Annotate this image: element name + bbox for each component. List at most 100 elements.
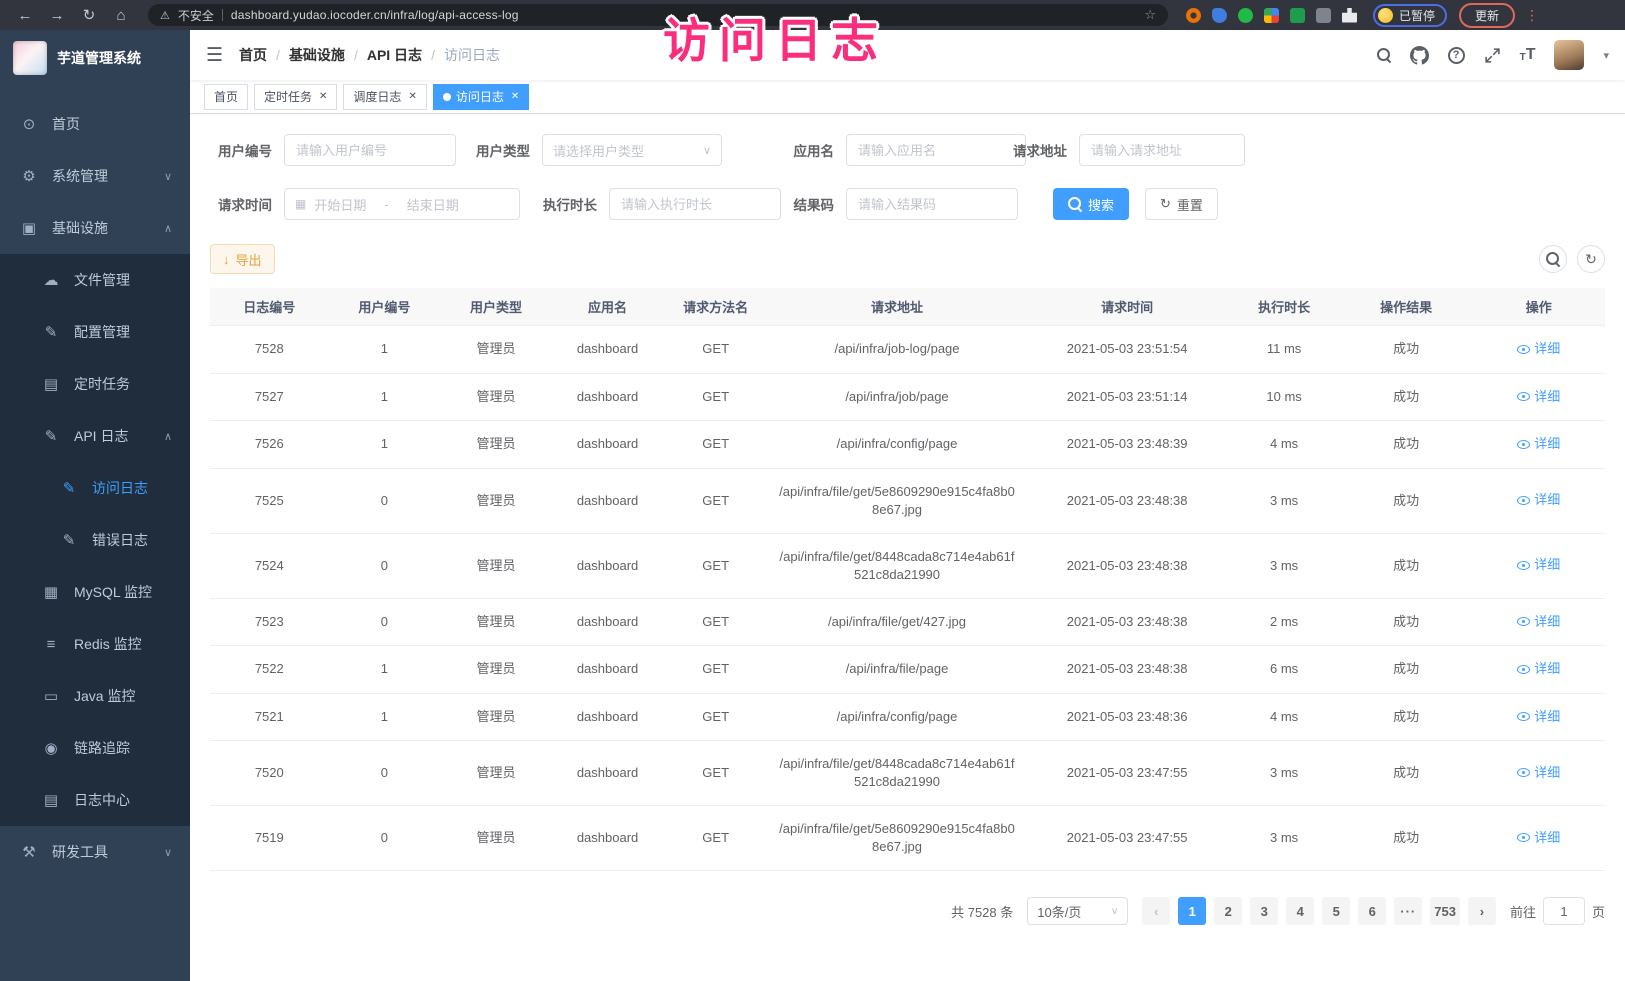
date-range-picker[interactable]: ▦ 开始日期 - 结束日期 — [284, 188, 520, 220]
search-button-icon — [1068, 197, 1082, 211]
sidebar-item-file[interactable]: ☁ 文件管理 — [0, 254, 190, 306]
detail-link[interactable]: 详细 — [1517, 613, 1560, 631]
breadcrumb-item[interactable]: 访问日志 — [444, 45, 500, 65]
cell-log-id: 7524 — [210, 533, 329, 598]
breadcrumb-item[interactable]: 首页 / — [239, 45, 280, 65]
page-button[interactable]: 2 — [1214, 897, 1242, 925]
avatar[interactable] — [1554, 40, 1584, 70]
tab[interactable]: 定时任务 ✕ — [254, 84, 337, 110]
hamburger-icon[interactable]: ☰ — [206, 44, 223, 67]
sidebar-item-system[interactable]: ⚙ 系统管理 ∨ — [0, 150, 190, 202]
tags-view: 首页 ✕ 定时任务 ✕ 调度日志 ✕ 访问日志 ✕ — [190, 80, 1625, 114]
duration-input[interactable] — [609, 188, 781, 220]
search-icon[interactable] — [1377, 48, 1391, 62]
goto-page-input[interactable] — [1543, 897, 1585, 925]
eye-icon — [1517, 392, 1530, 401]
page-button[interactable]: 4 — [1286, 897, 1314, 925]
tab[interactable]: 调度日志 ✕ — [343, 84, 426, 110]
sidebar-item-config[interactable]: ✎ 配置管理 — [0, 306, 190, 358]
page-size-select[interactable]: 10条/页 ∨ — [1027, 897, 1128, 925]
cell-app-name: dashboard — [552, 806, 664, 871]
sidebar-item-home[interactable]: ⊙ 首页 — [0, 98, 190, 150]
sidebar-item-dev-tools[interactable]: ⚒ 研发工具 ∨ — [0, 826, 190, 878]
fullscreen-icon[interactable] — [1484, 47, 1501, 64]
table-row: 7528 1 管理员 dashboard GET /api/infra/job-… — [210, 326, 1605, 374]
detail-link[interactable]: 详细 — [1517, 660, 1560, 678]
page-button[interactable]: 3 — [1250, 897, 1278, 925]
detail-link[interactable]: 详细 — [1517, 388, 1560, 406]
breadcrumb-label: API 日志 — [367, 45, 422, 65]
detail-link[interactable]: 详细 — [1517, 491, 1560, 509]
help-icon[interactable]: ? — [1448, 47, 1465, 64]
font-size-icon[interactable]: TT — [1520, 47, 1536, 63]
sidebar-item-java[interactable]: ▭ Java 监控 — [0, 670, 190, 722]
cell-method: GET — [663, 326, 768, 374]
tab-close-icon[interactable]: ✕ — [511, 91, 519, 102]
next-page-button[interactable]: › — [1468, 897, 1496, 925]
sidebar-item-api-log[interactable]: ✎ API 日志 ∧ — [0, 410, 190, 462]
sidebar-item-infra[interactable]: ▣ 基础设施 ∧ — [0, 202, 190, 254]
tab[interactable]: 访问日志 ✕ — [433, 84, 529, 110]
detail-link[interactable]: 详细 — [1517, 829, 1560, 847]
cell-user-id: 0 — [329, 598, 441, 646]
tab-close-icon[interactable]: ✕ — [319, 91, 327, 102]
page-button[interactable]: 5 — [1322, 897, 1350, 925]
sidebar-item-redis[interactable]: ≡ Redis 监控 — [0, 618, 190, 670]
sidebar-item-error-log[interactable]: ✎ 错误日志 — [0, 514, 190, 566]
sidebar-item-trace[interactable]: ◉ 链路追踪 — [0, 722, 190, 774]
forward-button[interactable]: → — [42, 7, 72, 24]
menu-icon: ✎ — [60, 479, 78, 497]
page-button[interactable]: 6 — [1358, 897, 1386, 925]
back-button[interactable]: ← — [10, 7, 40, 24]
request-url-label: 请求地址 — [1005, 140, 1067, 160]
user-type-select[interactable]: 请选择用户类型 ∨ — [542, 134, 722, 166]
export-button[interactable]: ↓ 导出 — [210, 244, 275, 274]
search-button[interactable]: 搜索 — [1053, 188, 1129, 220]
detail-link[interactable]: 详细 — [1517, 556, 1560, 574]
sidebar-item-log-center[interactable]: ▤ 日志中心 — [0, 774, 190, 826]
extension-puzzle-icon[interactable] — [1342, 8, 1357, 23]
detail-link[interactable]: 详细 — [1517, 435, 1560, 453]
browser-menu-icon[interactable]: ⋮ — [1525, 7, 1539, 24]
home-button[interactable]: ⌂ — [106, 7, 136, 24]
sidebar-item-mysql[interactable]: ▦ MySQL 监控 — [0, 566, 190, 618]
github-icon[interactable] — [1410, 46, 1429, 65]
breadcrumb-item[interactable]: API 日志 / — [367, 45, 435, 65]
reload-button[interactable]: ↻ — [74, 6, 104, 24]
select-caret-icon: ∨ — [703, 144, 711, 157]
tab-close-icon[interactable]: ✕ — [408, 91, 416, 102]
reset-button[interactable]: ↻ 重置 — [1145, 188, 1218, 220]
extension-icon[interactable] — [1264, 8, 1279, 23]
app-name-input[interactable] — [846, 134, 1026, 166]
search-toggle-button[interactable] — [1539, 245, 1567, 273]
page-button[interactable]: 753 — [1430, 897, 1460, 925]
detail-link[interactable]: 详细 — [1517, 708, 1560, 726]
extension-icon[interactable] — [1290, 8, 1305, 23]
paused-badge[interactable]: 已暂停 — [1373, 4, 1447, 27]
pager: ‹ 123456 ··· 753 › — [1142, 897, 1496, 925]
prev-page-button[interactable]: ‹ — [1142, 897, 1170, 925]
extension-icon[interactable] — [1212, 8, 1227, 23]
detail-link[interactable]: 详细 — [1517, 340, 1560, 358]
sidebar-item-access-log[interactable]: ✎ 访问日志 — [0, 462, 190, 514]
extension-icon[interactable] — [1316, 8, 1331, 23]
breadcrumb-item[interactable]: 基础设施 / — [289, 45, 358, 65]
page-button[interactable]: 1 — [1178, 897, 1206, 925]
url-bar[interactable]: ⚠ 不安全 dashboard.yudao.iocoder.cn/infra/l… — [148, 4, 1168, 26]
cell-request-time: 2021-05-03 23:48:39 — [1026, 421, 1228, 469]
request-time-label: 请求时间 — [210, 194, 272, 214]
result-code-input[interactable] — [846, 188, 1018, 220]
user-id-input[interactable] — [284, 134, 456, 166]
bookmark-star-icon[interactable]: ☆ — [1144, 7, 1156, 23]
tab[interactable]: 首页 ✕ — [204, 84, 248, 110]
table-row: 7524 0 管理员 dashboard GET /api/infra/file… — [210, 533, 1605, 598]
refresh-button[interactable]: ↻ — [1577, 245, 1605, 273]
caret-down-icon[interactable]: ▾ — [1603, 49, 1609, 62]
update-button[interactable]: 更新 — [1459, 3, 1515, 28]
request-url-input[interactable] — [1079, 134, 1245, 166]
detail-link[interactable]: 详细 — [1517, 764, 1560, 782]
sidebar-item-job[interactable]: ▤ 定时任务 — [0, 358, 190, 410]
page-button[interactable]: ··· — [1394, 897, 1422, 925]
extension-icon[interactable] — [1186, 8, 1201, 23]
extension-icon[interactable] — [1238, 8, 1253, 23]
